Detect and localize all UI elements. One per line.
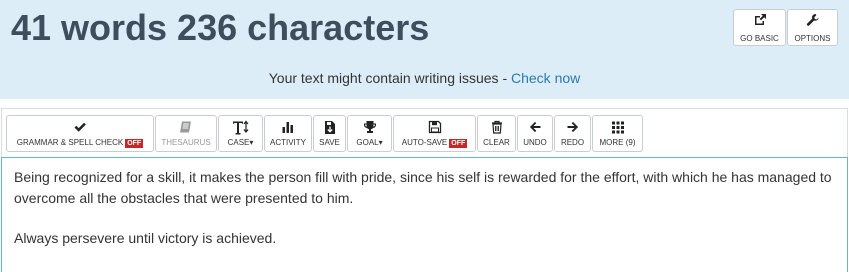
grammar-off-badge: OFF — [125, 139, 144, 148]
thesaurus-label: THESAURUS — [161, 138, 211, 147]
undo-button[interactable]: UNDO — [517, 115, 553, 152]
bar-chart-icon — [265, 120, 311, 136]
grammar-spell-check-button[interactable]: GRAMMAR & SPELL CHECK OFF — [6, 115, 154, 152]
save-label: SAVE — [319, 138, 340, 147]
undo-label: UNDO — [523, 138, 547, 147]
word-count-title: 41 words 236 characters — [11, 7, 430, 48]
clear-label: CLEAR — [483, 138, 510, 147]
redo-label: REDO — [560, 138, 585, 147]
activity-label: ACTIVITY — [269, 138, 306, 147]
grammar-label: GRAMMAR & SPELL CHECK — [16, 138, 124, 147]
trophy-icon — [348, 120, 391, 136]
check-now-link[interactable]: Check now — [511, 70, 580, 86]
auto-save-label: AUTO-SAVE — [401, 138, 448, 147]
go-basic-button[interactable]: GO BASIC — [733, 9, 786, 46]
floppy-disk-icon — [394, 120, 475, 136]
grid-icon — [593, 120, 642, 136]
auto-save-off-badge: OFF — [449, 139, 468, 148]
more-button[interactable]: MORE (9) — [592, 115, 643, 152]
editor-paragraph[interactable]: Always persevere until victory is achiev… — [14, 228, 835, 249]
writing-issues-notice: Your text might contain writing issues -… — [0, 70, 849, 86]
stats-header: 41 words 236 characters GO BASIC OPTIONS… — [0, 0, 849, 99]
clear-button[interactable]: CLEAR — [477, 115, 516, 152]
book-icon — [156, 120, 216, 136]
arrow-right-icon — [555, 120, 590, 136]
goal-button[interactable]: GOAL▾ — [347, 115, 392, 152]
auto-save-button[interactable]: AUTO-SAVE OFF — [393, 115, 476, 152]
wrench-icon — [788, 13, 837, 31]
external-link-icon — [734, 13, 785, 31]
goal-caret-icon: ▾ — [378, 138, 383, 147]
case-caret-icon: ▾ — [249, 138, 254, 147]
checkmark-icon — [7, 120, 153, 136]
save-button[interactable]: SAVE — [313, 115, 346, 152]
trash-icon — [478, 120, 515, 136]
text-case-icon — [219, 120, 262, 136]
case-label: CASE — [227, 138, 250, 147]
more-label: MORE (9) — [599, 138, 636, 147]
redo-button[interactable]: REDO — [554, 115, 591, 152]
activity-button[interactable]: ACTIVITY — [264, 115, 312, 152]
arrow-left-icon — [518, 120, 552, 136]
editor-paragraph[interactable]: Being recognized for a skill, it makes t… — [14, 167, 835, 209]
options-button[interactable]: OPTIONS — [787, 9, 838, 46]
case-button[interactable]: CASE▾ — [218, 115, 263, 152]
thesaurus-button[interactable]: THESAURUS — [155, 115, 217, 152]
goal-label: GOAL — [356, 138, 379, 147]
text-editor[interactable]: Being recognized for a skill, it makes t… — [1, 157, 848, 272]
save-download-icon — [314, 120, 345, 136]
editor-toolbar: GRAMMAR & SPELL CHECK OFF THESAURUS CASE▾… — [1, 108, 848, 158]
go-basic-label: GO BASIC — [740, 34, 779, 43]
notice-text: Your text might contain writing issues - — [268, 70, 511, 86]
options-label: OPTIONS — [794, 34, 831, 43]
